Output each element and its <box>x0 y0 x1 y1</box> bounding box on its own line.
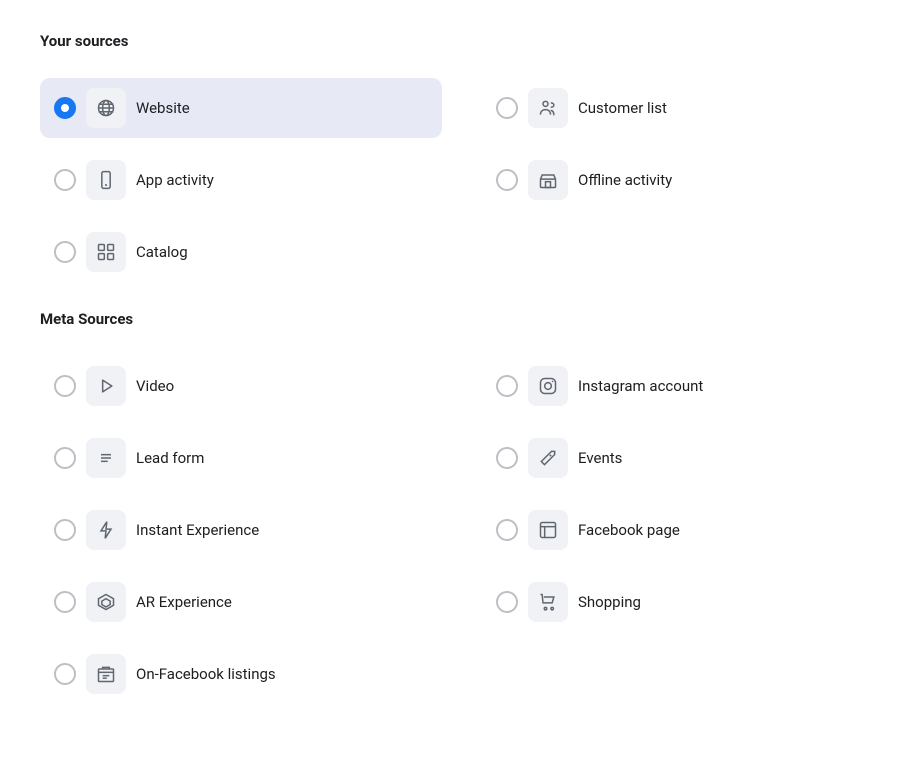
option-offline-activity[interactable]: Offline activity <box>482 150 884 210</box>
ar-icon <box>86 582 126 622</box>
option-ar-experience[interactable]: AR Experience <box>40 572 442 632</box>
on-facebook-listings-label: On-Facebook listings <box>136 665 276 683</box>
store-icon <box>528 160 568 200</box>
radio-app-activity <box>54 169 76 191</box>
events-label: Events <box>578 449 622 467</box>
empty-cell <box>482 222 884 282</box>
list-icon <box>86 438 126 478</box>
option-events[interactable]: Events <box>482 428 884 488</box>
option-on-facebook-listings[interactable]: On-Facebook listings <box>40 644 442 704</box>
empty-cell-2 <box>482 644 884 704</box>
option-app-activity[interactable]: App activity <box>40 150 442 210</box>
customer-list-label: Customer list <box>578 99 667 117</box>
catalog-label: Catalog <box>136 243 188 261</box>
option-shopping[interactable]: Shopping <box>482 572 884 632</box>
radio-instagram-account <box>496 375 518 397</box>
meta-sources-section: Meta Sources Video Instagram account Lea… <box>40 310 884 704</box>
radio-offline-activity <box>496 169 518 191</box>
fb-page-icon <box>528 510 568 550</box>
radio-catalog <box>54 241 76 263</box>
website-label: Website <box>136 99 190 117</box>
radio-instant-experience <box>54 519 76 541</box>
radio-video <box>54 375 76 397</box>
your-sources-title: Your sources <box>40 32 884 50</box>
listings-icon <box>86 654 126 694</box>
option-customer-list[interactable]: Customer list <box>482 78 884 138</box>
radio-events <box>496 447 518 469</box>
option-instagram-account[interactable]: Instagram account <box>482 356 884 416</box>
option-lead-form[interactable]: Lead form <box>40 428 442 488</box>
radio-shopping <box>496 591 518 613</box>
radio-facebook-page <box>496 519 518 541</box>
ar-experience-label: AR Experience <box>136 593 232 611</box>
radio-website <box>54 97 76 119</box>
cart-icon <box>528 582 568 622</box>
offline-activity-label: Offline activity <box>578 171 672 189</box>
option-video[interactable]: Video <box>40 356 442 416</box>
grid-icon <box>86 232 126 272</box>
shopping-label: Shopping <box>578 593 641 611</box>
globe-icon <box>86 88 126 128</box>
radio-customer-list <box>496 97 518 119</box>
tag-icon <box>528 438 568 478</box>
option-website[interactable]: Website <box>40 78 442 138</box>
your-sources-grid: Website Customer list App activity Offli… <box>40 78 884 282</box>
option-facebook-page[interactable]: Facebook page <box>482 500 884 560</box>
lead-form-label: Lead form <box>136 449 204 467</box>
radio-ar-experience <box>54 591 76 613</box>
radio-on-facebook-listings <box>54 663 76 685</box>
instagram-account-label: Instagram account <box>578 377 703 395</box>
play-icon <box>86 366 126 406</box>
your-sources-section: Your sources Website Customer list App a… <box>40 32 884 282</box>
app-activity-label: App activity <box>136 171 214 189</box>
option-instant-experience[interactable]: Instant Experience <box>40 500 442 560</box>
video-label: Video <box>136 377 174 395</box>
meta-sources-title: Meta Sources <box>40 310 884 328</box>
instagram-icon <box>528 366 568 406</box>
mobile-icon <box>86 160 126 200</box>
instant-experience-label: Instant Experience <box>136 521 259 539</box>
people-icon <box>528 88 568 128</box>
bolt-icon <box>86 510 126 550</box>
option-catalog[interactable]: Catalog <box>40 222 442 282</box>
facebook-page-label: Facebook page <box>578 521 680 539</box>
meta-sources-grid: Video Instagram account Lead form Events <box>40 356 884 704</box>
radio-lead-form <box>54 447 76 469</box>
